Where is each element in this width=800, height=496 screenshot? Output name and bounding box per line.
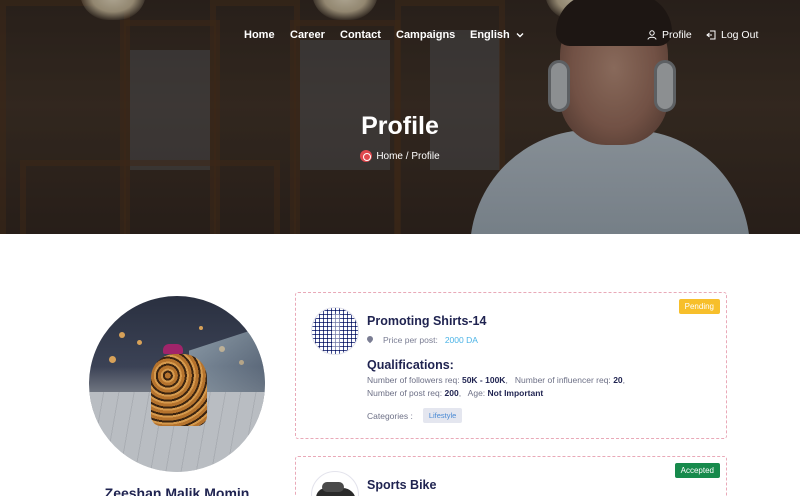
language-label: English — [470, 29, 510, 41]
followers-value: 50K - 100K — [461, 375, 506, 385]
nav-logout-link[interactable]: Log Out — [706, 29, 758, 41]
qualifications-title: Qualifications: — [367, 358, 454, 372]
nav-campaigns[interactable]: Campaigns — [396, 29, 455, 41]
price-label: Price per post: — [383, 335, 438, 345]
brand-logo-icon — [360, 150, 373, 162]
nav-profile-link[interactable]: Profile — [647, 29, 692, 41]
chevron-down-icon — [516, 33, 524, 38]
user-name: Zeeshan Malik Momin — [104, 485, 250, 496]
breadcrumb: Home / Profile — [0, 150, 800, 162]
influencer-label: Number of influencer req: — [514, 375, 611, 385]
nav-career[interactable]: Career — [290, 29, 325, 41]
logout-icon — [706, 30, 716, 40]
nav-contact[interactable]: Contact — [340, 29, 381, 41]
profile-label: Profile — [662, 29, 692, 41]
qualifications-line-1: Number of followers req: 50K - 100K, Num… — [367, 375, 626, 385]
campaign-thumbnail — [311, 471, 359, 496]
hero-banner: Home Career Contact Campaigns English Pr… — [0, 0, 800, 234]
price-row: Price per post: 2000 DA — [367, 335, 478, 345]
status-badge: Accepted — [674, 463, 720, 478]
campaign-title[interactable]: Sports Bike — [367, 478, 436, 492]
age-label: Age: — [467, 388, 486, 398]
nav-home[interactable]: Home — [244, 29, 275, 41]
categories-row: Categories : Lifestyle — [367, 408, 463, 423]
categories-label: Categories : — [367, 410, 413, 421]
campaign-card[interactable]: Accepted Sports Bike — [295, 456, 727, 496]
category-tag[interactable]: Lifestyle — [422, 408, 463, 423]
campaign-card[interactable]: Pending Promoting Shirts-14 Price per po… — [295, 292, 727, 439]
campaign-thumbnail — [311, 307, 359, 355]
influencer-value: 20 — [613, 375, 623, 385]
posts-value: 200 — [444, 388, 459, 398]
campaign-title[interactable]: Promoting Shirts-14 — [367, 314, 486, 328]
posts-label: Number of post req: — [367, 388, 443, 398]
user-icon — [647, 30, 657, 40]
price-value: 2000 DA — [444, 335, 478, 345]
age-value: Not Important — [487, 388, 544, 398]
avatar — [89, 296, 265, 472]
status-badge: Pending — [678, 299, 720, 314]
followers-label: Number of followers req: — [367, 375, 460, 385]
breadcrumb-text[interactable]: Home / Profile — [376, 151, 439, 162]
page-title: Profile — [361, 112, 439, 140]
nav-language[interactable]: English — [470, 29, 524, 41]
logout-label: Log Out — [721, 29, 759, 41]
qualifications-line-2: Number of post req: 200, Age: Not Import… — [367, 388, 544, 398]
top-nav: Home Career Contact Campaigns English Pr… — [0, 29, 800, 47]
location-pin-icon — [367, 336, 373, 344]
